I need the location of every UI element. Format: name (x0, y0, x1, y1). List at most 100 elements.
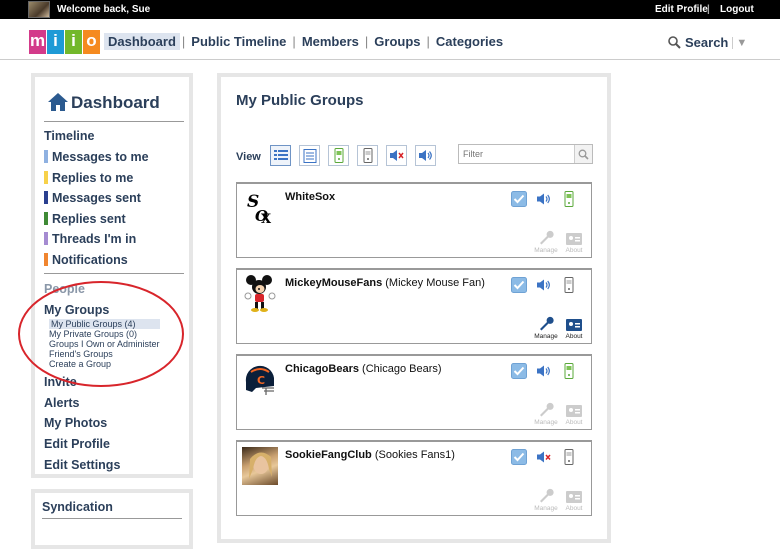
subscribed-checkbox[interactable] (510, 190, 527, 207)
manage-label: Manage (534, 505, 558, 512)
search-button[interactable]: Search ▼ (668, 35, 747, 50)
mickey-mouse-image[interactable] (242, 275, 278, 313)
sidebar-item-edit-settings[interactable]: Edit Settings (44, 458, 120, 472)
divider (44, 273, 184, 274)
audio-view-button[interactable] (415, 145, 436, 166)
detail-list-view-icon (273, 150, 288, 160)
nav-separator: | (181, 34, 186, 49)
sidebar-item-my-groups[interactable]: My Groups (44, 303, 109, 317)
about-label: About (565, 419, 583, 426)
group-name[interactable]: ChicagoBears (Chicago Bears) (285, 363, 442, 375)
filter-input[interactable] (459, 145, 574, 163)
white-sox-logo[interactable]: SOX (242, 189, 278, 227)
checkbox-checked-icon (510, 448, 527, 465)
subscribed-checkbox[interactable] (510, 362, 527, 379)
main-panel: My Public Groups View SOX WhiteSox (217, 73, 611, 543)
sidebar-item-replies-to-me[interactable]: Replies to me (44, 171, 133, 185)
sidebar-item-label: Messages sent (52, 191, 141, 205)
logout-link[interactable]: Logout (720, 4, 754, 15)
subscribed-checkbox[interactable] (510, 276, 527, 293)
subscribed-checkbox[interactable] (510, 448, 527, 465)
group-display-name: (Mickey Mouse Fan) (385, 277, 485, 289)
sub-link-my-private-groups[interactable]: My Private Groups (0) (49, 329, 160, 339)
avatar[interactable] (28, 1, 50, 18)
group-toggles (510, 276, 577, 293)
sidebar-item-label: Messages to me (52, 150, 149, 164)
detail-list-view-button[interactable] (270, 145, 291, 166)
sidebar-item-timeline[interactable]: Timeline (44, 129, 94, 143)
sidebar-item-label: Replies to me (52, 171, 134, 185)
sub-link-create-group[interactable]: Create a Group (49, 359, 160, 369)
about-button[interactable]: About (563, 488, 585, 512)
sidebar-item-threads[interactable]: Threads I'm in (44, 232, 136, 246)
id-card-icon (566, 233, 582, 245)
about-button[interactable]: About (563, 316, 585, 340)
sub-link-groups-i-own[interactable]: Groups I Own or Administer (49, 339, 160, 349)
sidebar-item-people[interactable]: People (44, 282, 85, 296)
search-label: Search (685, 35, 729, 50)
mobile-off-view-button[interactable] (357, 145, 378, 166)
nav-separator: | (364, 34, 369, 49)
sub-link-friends-groups[interactable]: Friend's Groups (49, 349, 160, 359)
sidebar-item-alerts[interactable]: Alerts (44, 396, 79, 410)
about-button[interactable]: About (563, 402, 585, 426)
edit-profile-link[interactable]: Edit Profile (655, 4, 708, 15)
manage-button[interactable]: Manage (534, 402, 558, 426)
speaker-icon (536, 365, 550, 376)
mobile-toggle[interactable] (560, 276, 577, 293)
chicago-bears-helmet[interactable]: C (242, 361, 278, 399)
nav-categories[interactable]: Categories (432, 33, 507, 50)
nav-members[interactable]: Members (298, 33, 363, 50)
mobile-toggle[interactable] (560, 448, 577, 465)
about-label: About (565, 333, 583, 340)
sookie-photo[interactable] (242, 447, 278, 485)
sub-link-my-public-groups[interactable]: My Public Groups (4) (49, 319, 160, 329)
sidebar-item-edit-profile[interactable]: Edit Profile (44, 437, 110, 451)
nav-dashboard[interactable]: Dashboard (104, 33, 180, 50)
audio-toggle[interactable] (535, 362, 552, 379)
mobile-view-button[interactable] (328, 145, 349, 166)
manage-button[interactable]: Manage (534, 230, 558, 254)
logo-letter: i (65, 30, 82, 54)
text-list-view-button[interactable] (299, 145, 320, 166)
manage-button[interactable]: Manage (534, 316, 558, 340)
search-icon (578, 149, 589, 160)
sidebar-title[interactable]: Dashboard (71, 93, 160, 113)
sidebar-item-invite[interactable]: Invite (44, 375, 77, 389)
wrench-icon (540, 402, 554, 417)
sidebar-item-label: Notifications (52, 253, 128, 267)
mobile-toggle[interactable] (560, 190, 577, 207)
about-button[interactable]: About (563, 230, 585, 254)
muted-view-button[interactable] (386, 145, 407, 166)
top-bar: Welcome back, Sue Edit Profile | Logout (0, 0, 780, 19)
svg-text:C: C (257, 374, 265, 387)
id-card-icon (566, 405, 582, 417)
group-name[interactable]: SookieFangClub (Sookies Fans1) (285, 449, 455, 461)
filter-button[interactable] (574, 145, 592, 163)
nav-public-timeline[interactable]: Public Timeline (187, 33, 290, 50)
audio-toggle[interactable] (535, 276, 552, 293)
checkbox-checked-icon (510, 190, 527, 207)
group-actions: Manage About (534, 488, 585, 512)
sidebar-item-my-photos[interactable]: My Photos (44, 416, 107, 430)
nav-groups[interactable]: Groups (370, 33, 424, 50)
group-name[interactable]: WhiteSox (285, 191, 335, 203)
audio-toggle[interactable] (535, 190, 552, 207)
sidebar-item-notifications[interactable]: Notifications (44, 253, 128, 267)
chevron-down-icon[interactable]: ▼ (732, 36, 747, 49)
audio-toggle[interactable] (535, 448, 552, 465)
sidebar-item-replies-sent[interactable]: Replies sent (44, 212, 126, 226)
text-list-view-icon (303, 148, 316, 163)
sidebar: Dashboard Timeline Messages to me Replie… (31, 73, 193, 478)
manage-button[interactable]: Manage (534, 488, 558, 512)
sidebar-item-messages-sent[interactable]: Messages sent (44, 191, 141, 205)
group-name[interactable]: MickeyMouseFans (Mickey Mouse Fan) (285, 277, 485, 289)
group-handle: WhiteSox (285, 191, 336, 203)
wrench-icon (540, 230, 554, 245)
sidebar-item-messages-to-me[interactable]: Messages to me (44, 150, 149, 164)
muted-view-icon (390, 150, 404, 161)
sidebar-item-label: Threads I'm in (52, 232, 137, 246)
mobile-toggle[interactable] (560, 362, 577, 379)
miio-logo[interactable]: m i i o (29, 30, 101, 54)
mobile-view-icon (334, 148, 343, 163)
